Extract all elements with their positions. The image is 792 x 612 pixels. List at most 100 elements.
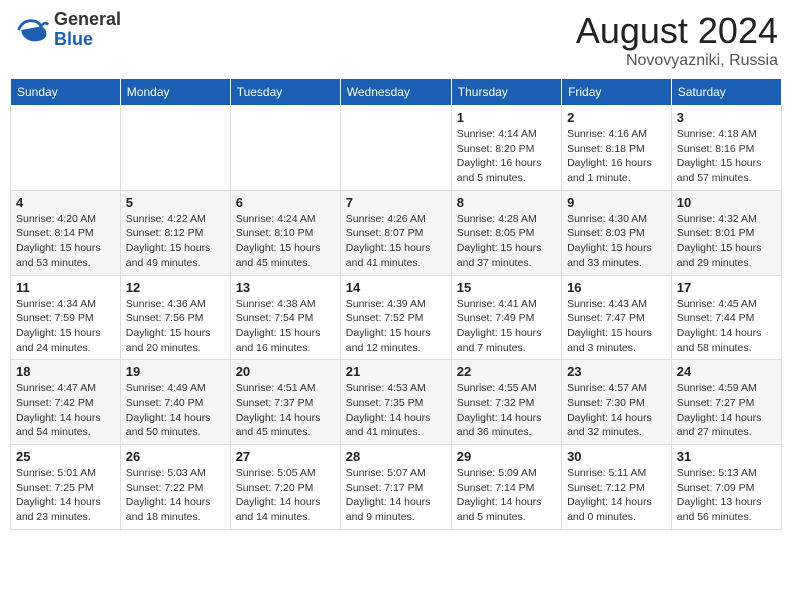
- day-number: 30: [567, 449, 666, 464]
- weekday-header: Sunday: [11, 79, 121, 106]
- calendar-cell: 28 Sunrise: 5:07 AMSunset: 7:17 PMDaylig…: [340, 445, 451, 530]
- day-info: Sunrise: 4:47 AMSunset: 7:42 PMDaylight:…: [16, 381, 115, 440]
- calendar-cell: 6 Sunrise: 4:24 AMSunset: 8:10 PMDayligh…: [230, 190, 340, 275]
- calendar-cell: [11, 106, 121, 191]
- day-number: 21: [346, 364, 446, 379]
- weekday-header: Saturday: [671, 79, 781, 106]
- day-number: 4: [16, 195, 115, 210]
- calendar-cell: 13 Sunrise: 4:38 AMSunset: 7:54 PMDaylig…: [230, 275, 340, 360]
- day-info: Sunrise: 4:24 AMSunset: 8:10 PMDaylight:…: [236, 212, 335, 271]
- day-info: Sunrise: 5:05 AMSunset: 7:20 PMDaylight:…: [236, 466, 335, 525]
- title-area: August 2024 Novovyazniki, Russia: [576, 10, 778, 70]
- day-info: Sunrise: 4:43 AMSunset: 7:47 PMDaylight:…: [567, 297, 666, 356]
- calendar-cell: 25 Sunrise: 5:01 AMSunset: 7:25 PMDaylig…: [11, 445, 121, 530]
- calendar-cell: 20 Sunrise: 4:51 AMSunset: 7:37 PMDaylig…: [230, 360, 340, 445]
- weekday-header: Friday: [562, 79, 672, 106]
- calendar-week-row: 18 Sunrise: 4:47 AMSunset: 7:42 PMDaylig…: [11, 360, 782, 445]
- calendar-cell: [340, 106, 451, 191]
- day-info: Sunrise: 4:53 AMSunset: 7:35 PMDaylight:…: [346, 381, 446, 440]
- day-info: Sunrise: 4:16 AMSunset: 8:18 PMDaylight:…: [567, 127, 666, 186]
- calendar-cell: 11 Sunrise: 4:34 AMSunset: 7:59 PMDaylig…: [11, 275, 121, 360]
- calendar-cell: 23 Sunrise: 4:57 AMSunset: 7:30 PMDaylig…: [562, 360, 672, 445]
- day-info: Sunrise: 4:59 AMSunset: 7:27 PMDaylight:…: [677, 381, 776, 440]
- day-number: 15: [457, 280, 556, 295]
- day-number: 18: [16, 364, 115, 379]
- calendar-week-row: 11 Sunrise: 4:34 AMSunset: 7:59 PMDaylig…: [11, 275, 782, 360]
- calendar-cell: 16 Sunrise: 4:43 AMSunset: 7:47 PMDaylig…: [562, 275, 672, 360]
- calendar-cell: 2 Sunrise: 4:16 AMSunset: 8:18 PMDayligh…: [562, 106, 672, 191]
- calendar-cell: 26 Sunrise: 5:03 AMSunset: 7:22 PMDaylig…: [120, 445, 230, 530]
- day-info: Sunrise: 4:36 AMSunset: 7:56 PMDaylight:…: [126, 297, 225, 356]
- day-info: Sunrise: 4:38 AMSunset: 7:54 PMDaylight:…: [236, 297, 335, 356]
- day-number: 26: [126, 449, 225, 464]
- day-number: 25: [16, 449, 115, 464]
- day-info: Sunrise: 4:45 AMSunset: 7:44 PMDaylight:…: [677, 297, 776, 356]
- day-info: Sunrise: 5:07 AMSunset: 7:17 PMDaylight:…: [346, 466, 446, 525]
- calendar-cell: 22 Sunrise: 4:55 AMSunset: 7:32 PMDaylig…: [451, 360, 561, 445]
- calendar-cell: 3 Sunrise: 4:18 AMSunset: 8:16 PMDayligh…: [671, 106, 781, 191]
- calendar-cell: 4 Sunrise: 4:20 AMSunset: 8:14 PMDayligh…: [11, 190, 121, 275]
- calendar-cell: 17 Sunrise: 4:45 AMSunset: 7:44 PMDaylig…: [671, 275, 781, 360]
- day-info: Sunrise: 5:09 AMSunset: 7:14 PMDaylight:…: [457, 466, 556, 525]
- calendar-cell: 18 Sunrise: 4:47 AMSunset: 7:42 PMDaylig…: [11, 360, 121, 445]
- calendar-cell: 12 Sunrise: 4:36 AMSunset: 7:56 PMDaylig…: [120, 275, 230, 360]
- calendar-cell: 29 Sunrise: 5:09 AMSunset: 7:14 PMDaylig…: [451, 445, 561, 530]
- day-info: Sunrise: 4:20 AMSunset: 8:14 PMDaylight:…: [16, 212, 115, 271]
- day-number: 10: [677, 195, 776, 210]
- day-info: Sunrise: 5:11 AMSunset: 7:12 PMDaylight:…: [567, 466, 666, 525]
- calendar-table: SundayMondayTuesdayWednesdayThursdayFrid…: [10, 78, 782, 530]
- day-number: 5: [126, 195, 225, 210]
- calendar-cell: 1 Sunrise: 4:14 AMSunset: 8:20 PMDayligh…: [451, 106, 561, 191]
- day-number: 28: [346, 449, 446, 464]
- weekday-header: Monday: [120, 79, 230, 106]
- calendar-cell: 30 Sunrise: 5:11 AMSunset: 7:12 PMDaylig…: [562, 445, 672, 530]
- day-number: 6: [236, 195, 335, 210]
- calendar-cell: 14 Sunrise: 4:39 AMSunset: 7:52 PMDaylig…: [340, 275, 451, 360]
- day-number: 31: [677, 449, 776, 464]
- month-title: August 2024: [576, 10, 778, 52]
- calendar-cell: 5 Sunrise: 4:22 AMSunset: 8:12 PMDayligh…: [120, 190, 230, 275]
- day-number: 16: [567, 280, 666, 295]
- day-number: 20: [236, 364, 335, 379]
- calendar-cell: [120, 106, 230, 191]
- weekday-header: Tuesday: [230, 79, 340, 106]
- calendar-cell: 21 Sunrise: 4:53 AMSunset: 7:35 PMDaylig…: [340, 360, 451, 445]
- day-info: Sunrise: 5:01 AMSunset: 7:25 PMDaylight:…: [16, 466, 115, 525]
- day-number: 1: [457, 110, 556, 125]
- calendar-week-row: 25 Sunrise: 5:01 AMSunset: 7:25 PMDaylig…: [11, 445, 782, 530]
- calendar-cell: 15 Sunrise: 4:41 AMSunset: 7:49 PMDaylig…: [451, 275, 561, 360]
- day-number: 9: [567, 195, 666, 210]
- logo: General Blue: [14, 10, 121, 50]
- day-info: Sunrise: 4:49 AMSunset: 7:40 PMDaylight:…: [126, 381, 225, 440]
- day-info: Sunrise: 4:26 AMSunset: 8:07 PMDaylight:…: [346, 212, 446, 271]
- day-info: Sunrise: 4:30 AMSunset: 8:03 PMDaylight:…: [567, 212, 666, 271]
- day-info: Sunrise: 5:03 AMSunset: 7:22 PMDaylight:…: [126, 466, 225, 525]
- calendar-cell: 31 Sunrise: 5:13 AMSunset: 7:09 PMDaylig…: [671, 445, 781, 530]
- day-info: Sunrise: 4:28 AMSunset: 8:05 PMDaylight:…: [457, 212, 556, 271]
- calendar-cell: 9 Sunrise: 4:30 AMSunset: 8:03 PMDayligh…: [562, 190, 672, 275]
- day-info: Sunrise: 4:57 AMSunset: 7:30 PMDaylight:…: [567, 381, 666, 440]
- day-number: 23: [567, 364, 666, 379]
- day-info: Sunrise: 4:55 AMSunset: 7:32 PMDaylight:…: [457, 381, 556, 440]
- day-number: 29: [457, 449, 556, 464]
- calendar-week-row: 1 Sunrise: 4:14 AMSunset: 8:20 PMDayligh…: [11, 106, 782, 191]
- calendar-cell: 19 Sunrise: 4:49 AMSunset: 7:40 PMDaylig…: [120, 360, 230, 445]
- weekday-header: Thursday: [451, 79, 561, 106]
- day-info: Sunrise: 4:41 AMSunset: 7:49 PMDaylight:…: [457, 297, 556, 356]
- calendar-cell: 7 Sunrise: 4:26 AMSunset: 8:07 PMDayligh…: [340, 190, 451, 275]
- day-number: 2: [567, 110, 666, 125]
- day-info: Sunrise: 4:39 AMSunset: 7:52 PMDaylight:…: [346, 297, 446, 356]
- weekday-header: Wednesday: [340, 79, 451, 106]
- calendar-cell: 8 Sunrise: 4:28 AMSunset: 8:05 PMDayligh…: [451, 190, 561, 275]
- calendar-cell: 24 Sunrise: 4:59 AMSunset: 7:27 PMDaylig…: [671, 360, 781, 445]
- day-number: 7: [346, 195, 446, 210]
- page-header: General Blue August 2024 Novovyazniki, R…: [10, 10, 782, 70]
- day-info: Sunrise: 4:14 AMSunset: 8:20 PMDaylight:…: [457, 127, 556, 186]
- day-number: 13: [236, 280, 335, 295]
- logo-icon: [14, 12, 50, 48]
- day-number: 12: [126, 280, 225, 295]
- location-title: Novovyazniki, Russia: [576, 52, 778, 70]
- calendar-cell: 10 Sunrise: 4:32 AMSunset: 8:01 PMDaylig…: [671, 190, 781, 275]
- day-info: Sunrise: 4:32 AMSunset: 8:01 PMDaylight:…: [677, 212, 776, 271]
- day-info: Sunrise: 4:18 AMSunset: 8:16 PMDaylight:…: [677, 127, 776, 186]
